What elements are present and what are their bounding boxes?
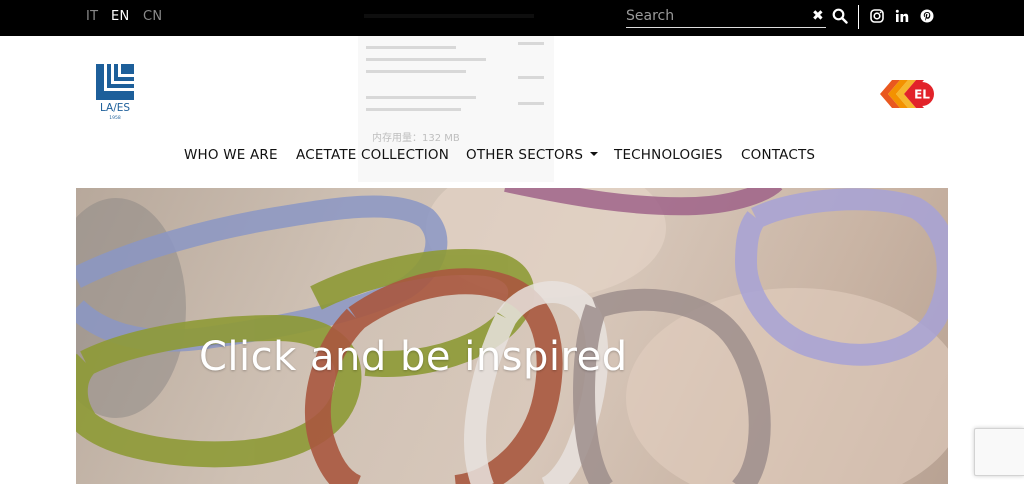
main-nav: WHO WE ARE ACETATE COLLECTION OTHER SECT… [0, 147, 1024, 167]
recaptcha-badge[interactable] [974, 428, 1024, 476]
lang-en-link[interactable]: EN [111, 9, 130, 24]
el-logo[interactable]: EL [878, 74, 936, 114]
nav-acetate-collection[interactable]: ACETATE COLLECTION [296, 147, 449, 163]
lang-cn-link[interactable]: CN [143, 9, 162, 24]
nav-other-sectors-label: OTHER SECTORS [466, 147, 584, 163]
chevron-down-icon [590, 152, 599, 156]
nav-contacts[interactable]: CONTACTS [741, 147, 815, 163]
nav-other-sectors[interactable]: OTHER SECTORS [466, 147, 599, 163]
laes-logo-text: LA/ES [100, 102, 130, 114]
search-icon[interactable] [832, 8, 848, 24]
site-header: 内存用量：132 MB LA/ES 1958 EL WHO WE ARE ACE… [0, 14, 1024, 186]
laes-logo[interactable]: LA/ES 1958 [94, 64, 136, 120]
hero-title[interactable]: Click and be inspired [199, 334, 628, 380]
memory-usage-text: 内存用量：132 MB [372, 133, 460, 144]
topbar-divider [858, 5, 859, 29]
search-field [626, 6, 826, 28]
search-input[interactable] [626, 6, 806, 26]
svg-text:EL: EL [914, 88, 930, 102]
linkedin-icon[interactable] [895, 9, 909, 23]
nav-technologies[interactable]: TECHNOLOGIES [614, 147, 723, 163]
laes-logo-year: 1958 [109, 115, 121, 120]
lang-it-link[interactable]: IT [86, 9, 98, 24]
instagram-icon[interactable] [870, 9, 884, 23]
nav-who-we-are[interactable]: WHO WE ARE [184, 147, 278, 163]
pinterest-icon[interactable] [920, 9, 934, 23]
hero-banner[interactable]: Click and be inspired [76, 188, 948, 484]
close-icon[interactable]: ✖ [812, 8, 824, 24]
top-bar: IT EN CN ✖ [0, 0, 1024, 36]
